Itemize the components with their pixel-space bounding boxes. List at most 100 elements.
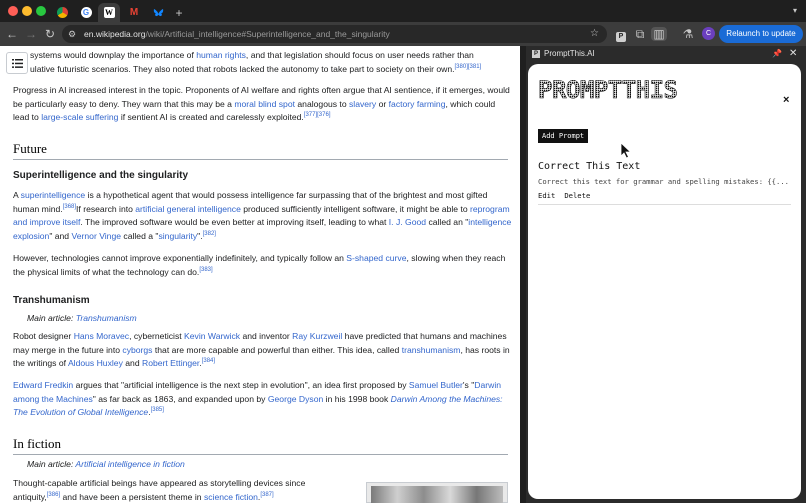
link-dyson-book-2[interactable]: The Evolution of Global Intelligence bbox=[13, 407, 148, 417]
prompt-title[interactable]: Correct This Text bbox=[538, 161, 640, 172]
citation[interactable]: [386] bbox=[47, 492, 60, 498]
link-moral-blind-spot[interactable]: moral blind spot bbox=[234, 99, 295, 109]
link-main-ai-in-fiction[interactable]: Artificial intelligence in fiction bbox=[75, 459, 184, 469]
relaunch-to-update-button[interactable]: Relaunch to update bbox=[719, 25, 803, 43]
link-main-transhumanism[interactable]: Transhumanism bbox=[76, 313, 137, 323]
link-s-shaped-curve[interactable]: S-shaped curve bbox=[346, 253, 406, 263]
citation[interactable]: [385] bbox=[151, 407, 164, 413]
url-path: /wiki/Artificial_intelligence#Superintel… bbox=[145, 29, 390, 39]
link-edward-fredkin[interactable]: Edward Fredkin bbox=[13, 380, 73, 390]
wikipedia-icon: W bbox=[103, 7, 115, 18]
close-window-button[interactable] bbox=[8, 6, 18, 16]
tab-gmail[interactable]: M bbox=[124, 3, 144, 22]
bookmark-star-icon[interactable]: ☆ bbox=[590, 25, 599, 43]
list-icon bbox=[11, 58, 23, 68]
link-improve-itself[interactable]: and improve itself bbox=[13, 217, 80, 227]
link-factory-farming[interactable]: factory farming bbox=[389, 99, 446, 109]
heading-future: Future bbox=[13, 141, 508, 160]
edit-prompt-button[interactable]: Edit bbox=[538, 191, 555, 200]
link-robert-ettinger[interactable]: Robert Ettinger bbox=[142, 358, 199, 368]
prompt-text[interactable]: Correct this text for grammar and spelli… bbox=[538, 177, 793, 186]
link-samuel-butler[interactable]: Samuel Butler bbox=[409, 380, 463, 390]
profile-avatar[interactable]: C bbox=[702, 27, 715, 40]
table-of-contents-button[interactable] bbox=[6, 52, 28, 74]
side-panel-icon[interactable]: ▥ bbox=[651, 27, 667, 41]
address-bar[interactable]: ⚙ en.wikipedia.org/wiki/Artificial_intel… bbox=[62, 25, 607, 43]
tab-bluesky[interactable] bbox=[148, 3, 168, 22]
wikipedia-article: systems would downplay the importance of… bbox=[0, 46, 520, 503]
link-vernor-vinge[interactable]: Vernor Vinge bbox=[71, 231, 121, 241]
bluesky-icon bbox=[153, 7, 164, 18]
new-tab-button[interactable]: + bbox=[172, 3, 186, 22]
link-george-dyson[interactable]: George Dyson bbox=[268, 394, 323, 404]
heading-in-fiction: In fiction bbox=[13, 436, 508, 455]
close-side-panel-button[interactable]: ✕ bbox=[789, 46, 797, 62]
link-slavery[interactable]: slavery bbox=[349, 99, 376, 109]
link-dyson-book[interactable]: Darwin Among the Machines: bbox=[391, 394, 503, 404]
link-singularity[interactable]: singularity bbox=[158, 231, 197, 241]
paragraph-ai-welfare: Progress in AI increased interest in the… bbox=[13, 85, 510, 123]
promptthis-icon: P bbox=[532, 50, 540, 58]
link-kevin-warwick[interactable]: Kevin Warwick bbox=[184, 331, 240, 341]
forward-button[interactable]: → bbox=[24, 27, 38, 41]
pin-icon[interactable]: 📌 bbox=[772, 46, 782, 62]
divider bbox=[538, 204, 791, 205]
delete-prompt-button[interactable]: Delete bbox=[564, 191, 590, 200]
link-ij-good[interactable]: I. J. Good bbox=[389, 217, 426, 227]
link-ray-kurzweil[interactable]: Ray Kurzweil bbox=[292, 331, 342, 341]
citation[interactable]: [380][381] bbox=[455, 64, 482, 70]
link-transhumanism[interactable]: transhumanism bbox=[402, 345, 461, 355]
url-domain: en.wikipedia.org bbox=[84, 29, 146, 39]
citation[interactable]: [377][376] bbox=[304, 112, 331, 118]
hatnote-transhumanism: Main article: Transhumanism bbox=[27, 313, 137, 323]
link-superintelligence[interactable]: superintelligence bbox=[21, 190, 86, 200]
link-aldous-huxley[interactable]: Aldous Huxley bbox=[68, 358, 123, 368]
add-prompt-button[interactable]: Add Prompt bbox=[538, 129, 589, 143]
citation[interactable]: [387] bbox=[260, 492, 273, 498]
side-panel-title: PromptThis.AI bbox=[544, 49, 595, 58]
citation[interactable]: [384] bbox=[202, 358, 215, 364]
promptthis-logo: PROMPTTHIS bbox=[538, 76, 698, 105]
tab-chrome[interactable] bbox=[52, 3, 72, 22]
link-darwin-among-machines[interactable]: Darwin bbox=[474, 380, 501, 390]
link-cyborgs[interactable]: cyborgs bbox=[122, 345, 152, 355]
chrome-icon bbox=[56, 7, 68, 18]
citation[interactable]: [368] bbox=[63, 204, 76, 210]
hatnote-fiction: Main article: Artificial intelligence in… bbox=[27, 459, 185, 469]
tab-google[interactable]: G bbox=[76, 3, 96, 22]
tab-bar: G W M + ▾ bbox=[0, 0, 806, 22]
link-agi[interactable]: artificial general intelligence bbox=[135, 204, 241, 214]
reload-button[interactable]: ↻ bbox=[43, 27, 57, 41]
fiction-thumbnail[interactable] bbox=[366, 482, 508, 503]
citation[interactable]: [382] bbox=[203, 231, 216, 237]
tab-search-button[interactable]: ▾ bbox=[789, 5, 801, 17]
tab-wikipedia[interactable]: W bbox=[98, 3, 120, 22]
promptthis-extension-icon[interactable]: P bbox=[614, 27, 628, 42]
link-intelligence-explosion[interactable]: intelligence bbox=[468, 217, 511, 227]
link-science-fiction[interactable]: science fiction bbox=[204, 492, 258, 502]
site-info-icon[interactable]: ⚙ bbox=[68, 25, 76, 43]
link-reprogram[interactable]: reprogram bbox=[470, 204, 510, 214]
thumbnail-image bbox=[371, 486, 503, 503]
logo-text: PROMPTTHIS bbox=[538, 76, 678, 102]
paragraph-rights: systems would downplay the importance of… bbox=[30, 50, 482, 74]
citation[interactable]: [383] bbox=[199, 267, 212, 273]
link-large-scale-suffering[interactable]: large-scale suffering bbox=[41, 112, 118, 122]
link-hans-moravec[interactable]: Hans Moravec bbox=[74, 331, 129, 341]
link-human-rights[interactable]: human rights bbox=[196, 50, 246, 60]
prompt-actions: Edit Delete bbox=[538, 191, 599, 200]
labs-flask-icon[interactable]: ⚗ bbox=[681, 27, 695, 41]
back-button[interactable]: ← bbox=[5, 27, 19, 41]
close-icon[interactable]: × bbox=[783, 94, 789, 106]
promptthis-card: PROMPTTHIS × Add Prompt Correct This Tex… bbox=[528, 64, 801, 499]
link-explosion[interactable]: explosion bbox=[13, 231, 49, 241]
maximize-window-button[interactable] bbox=[36, 6, 46, 16]
paragraph-fredkin: Edward Fredkin argues that "artificial i… bbox=[13, 380, 503, 418]
extensions-puzzle-icon[interactable]: ⧉ bbox=[633, 27, 647, 41]
paragraph-s-curve: However, technologies cannot improve exp… bbox=[13, 253, 506, 277]
minimize-window-button[interactable] bbox=[22, 6, 32, 16]
link-darwin-among-machines-2[interactable]: among the Machines bbox=[13, 394, 93, 404]
paragraph-transhumanism: Robot designer Hans Moravec, cybernetici… bbox=[13, 331, 510, 369]
side-panel: P PromptThis.AI 📌 ✕ PROMPTTHIS × Add Pro… bbox=[526, 46, 806, 503]
gmail-icon: M bbox=[129, 7, 139, 18]
